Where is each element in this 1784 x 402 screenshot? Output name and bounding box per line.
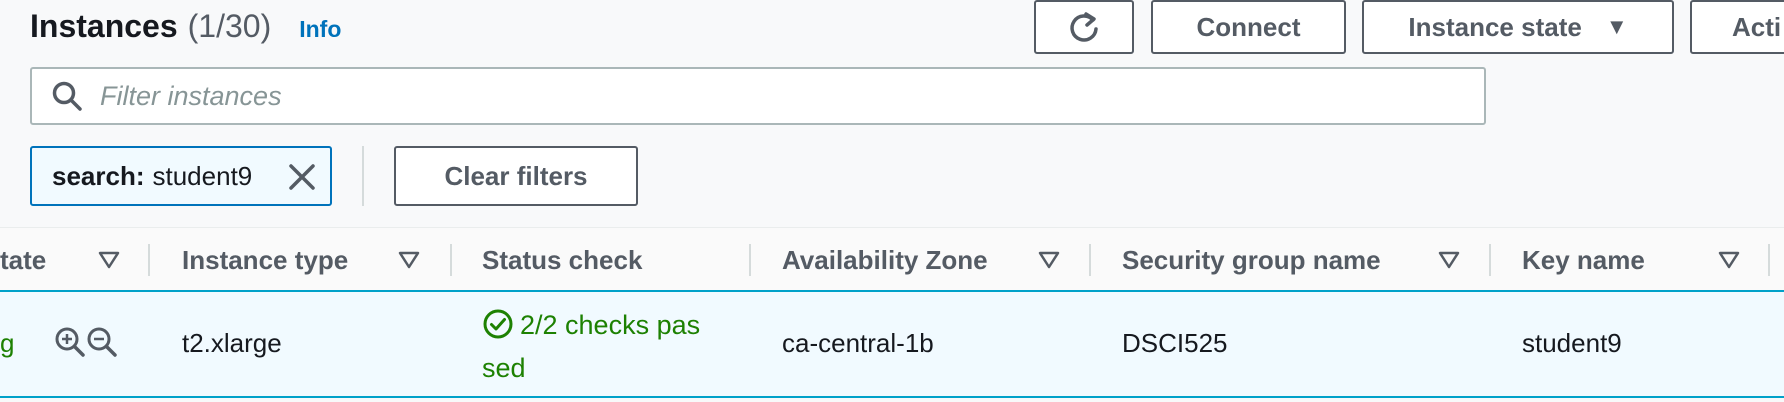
column-header-security-group-name[interactable]: Security group name	[1122, 228, 1381, 292]
security-group-value: DSCI525	[1122, 328, 1228, 358]
filter-token-value: student9	[152, 160, 253, 191]
column-label-key-name: Key name	[1522, 244, 1645, 275]
sort-icon[interactable]	[398, 251, 420, 269]
filter-token: search: student9	[30, 146, 332, 206]
column-label-availability-zone: Availability Zone	[782, 244, 988, 275]
table-header: tate Instance type Status check Availabi…	[0, 227, 1784, 291]
zoom-out-icon[interactable]	[86, 326, 118, 358]
page-title: Instances	[30, 7, 178, 44]
actions-label: Acti	[1732, 11, 1782, 42]
status-check-line1: 2/2 checks pas	[520, 310, 701, 340]
refresh-icon	[1070, 12, 1098, 42]
page-header: Instances (1/30) Info	[30, 4, 341, 48]
check-circle-icon	[483, 309, 513, 339]
column-label-instance-type: Instance type	[182, 244, 349, 275]
column-header-status-check[interactable]: Status check	[482, 228, 642, 292]
column-resizer[interactable]	[749, 244, 751, 276]
filter-instances-search[interactable]	[30, 67, 1486, 125]
sort-icon[interactable]	[1718, 251, 1740, 269]
table-row[interactable]: g t2.xlarge 2/2 checks pas sed ca-centra…	[0, 290, 1784, 398]
instance-state-value: g	[0, 328, 15, 358]
clear-filters-button[interactable]: Clear filters	[394, 146, 638, 206]
filter-divider	[362, 146, 364, 206]
connect-button[interactable]: Connect	[1151, 0, 1346, 54]
clear-filters-label: Clear filters	[444, 160, 588, 191]
column-header-state[interactable]: tate	[0, 228, 46, 292]
zoom-in-icon[interactable]	[54, 326, 86, 358]
instance-count: (1/30)	[187, 7, 272, 44]
instance-type-value: t2.xlarge	[182, 328, 282, 358]
column-header-instance-type[interactable]: Instance type	[182, 228, 348, 292]
column-resizer[interactable]	[450, 244, 452, 276]
status-check-value[interactable]: 2/2 checks pas sed	[482, 304, 742, 390]
key-name-value: student9	[1522, 328, 1622, 358]
column-header-key-name[interactable]: Key name	[1522, 228, 1645, 292]
info-link[interactable]: Info	[299, 16, 341, 43]
search-input[interactable]	[100, 80, 1400, 112]
actions-dropdown[interactable]: Acti	[1690, 0, 1784, 54]
sort-icon[interactable]	[1438, 251, 1460, 269]
column-label-status-check: Status check	[482, 244, 643, 275]
connect-label: Connect	[1196, 11, 1301, 42]
caret-down-icon: ▼	[1605, 14, 1628, 39]
sort-icon[interactable]	[98, 251, 120, 269]
column-label-state: tate	[0, 244, 47, 275]
instance-state-dropdown[interactable]: Instance state ▼	[1362, 0, 1674, 54]
column-header-availability-zone[interactable]: Availability Zone	[782, 228, 988, 292]
column-resizer[interactable]	[1768, 244, 1770, 276]
filter-token-key: search:	[52, 160, 145, 191]
sort-icon[interactable]	[1038, 251, 1060, 269]
column-resizer[interactable]	[1489, 244, 1491, 276]
status-check-line2: sed	[482, 353, 526, 383]
column-resizer[interactable]	[148, 244, 150, 276]
close-icon[interactable]	[286, 161, 318, 193]
search-icon	[52, 81, 82, 111]
instance-state-label: Instance state	[1408, 11, 1582, 42]
refresh-button[interactable]	[1034, 0, 1134, 54]
column-label-security-group-name: Security group name	[1122, 244, 1381, 275]
availability-zone-value: ca-central-1b	[782, 328, 934, 358]
column-resizer[interactable]	[1089, 244, 1091, 276]
